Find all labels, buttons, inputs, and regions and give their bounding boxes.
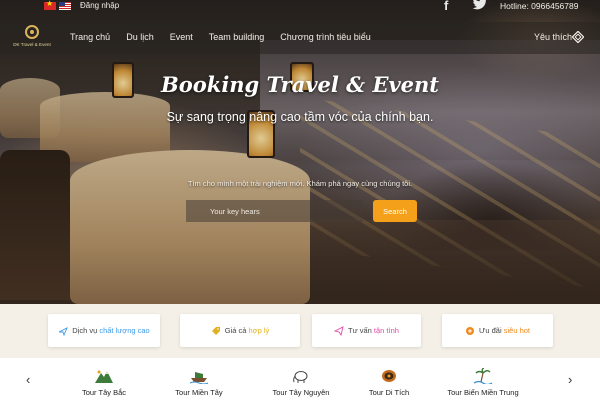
plane-icon [59, 326, 69, 336]
search-input[interactable] [186, 200, 363, 222]
login-link[interactable]: Đăng nhập [80, 1, 119, 10]
feature-text: Tư vấn tận tình [348, 326, 399, 335]
tour-label: Tour Tây Nguyên [272, 388, 330, 397]
feature-hot-deals[interactable]: Ưu đãi siêu hot [442, 314, 553, 347]
tour-label: Tour Miền Tây [175, 388, 223, 397]
logo-icon [25, 25, 39, 39]
nav-item-event[interactable]: Event [170, 32, 193, 42]
mountain-icon [95, 370, 113, 383]
nav-item-home[interactable]: Trang chủ [70, 32, 110, 42]
favorites-icon[interactable] [572, 31, 584, 43]
main-navbar: DK Travel & Event Trang chủ Du lịch Even… [0, 22, 600, 54]
tour-label: Tour Biển Miền Trung [447, 388, 519, 397]
vietnam-flag-icon[interactable] [44, 0, 56, 10]
hotline-text[interactable]: Hotline: 0966456789 [500, 1, 578, 11]
logo[interactable]: DK Travel & Event [8, 25, 56, 51]
tour-label: Tour Di Tích [368, 388, 410, 397]
tour-label: Tour Tây Bắc [81, 388, 127, 397]
drum-icon [382, 370, 396, 382]
nav-item-team-building[interactable]: Team building [209, 32, 265, 42]
top-bar: Đăng nhập f Hotline: 0966456789 [0, 0, 600, 14]
favorites-link[interactable]: Yêu thích [534, 32, 572, 42]
nav-menu: Trang chủ Du lịch Event Team building Ch… [70, 32, 371, 42]
us-flag-icon[interactable] [59, 2, 71, 10]
logo-text: DK Travel & Event [13, 42, 51, 47]
tour-item-tay-nguyen[interactable]: Tour Tây Nguyên [256, 368, 346, 397]
search-button[interactable]: Search [373, 200, 417, 222]
nav-item-featured-programs[interactable]: Chương trình tiêu biểu [280, 32, 370, 42]
tour-categories: ‹ Tour Tây Bắc Tour Miền Tây Tour Tây Ng… [0, 358, 600, 400]
feature-text: Dịch vụ chất lượng cao [72, 326, 150, 335]
feature-text: Giá cả hợp lý [224, 326, 270, 335]
tour-item-bien-mien-trung[interactable]: Tour Biển Miền Trung [438, 368, 528, 397]
paper-plane-icon [334, 325, 344, 336]
features-bar: Dịch vụ chất lượng cao Giá cả hợp lý Tư … [0, 304, 600, 358]
feature-fair-price[interactable]: Giá cả hợp lý [180, 314, 300, 347]
tour-item-di-tich[interactable]: Tour Di Tích [344, 368, 434, 397]
beach-icon [473, 368, 493, 384]
feature-consulting[interactable]: Tư vấn tận tình [312, 314, 421, 347]
twitter-icon[interactable] [472, 0, 488, 11]
tour-item-tay-bac[interactable]: Tour Tây Bắc [59, 368, 149, 397]
facebook-icon[interactable]: f [444, 0, 456, 13]
feature-text: Ưu đãi siêu hot [478, 326, 531, 335]
chevron-right-icon[interactable]: › [568, 373, 578, 386]
price-tag-icon [211, 326, 220, 335]
hero-description: Tìm cho mình một trải nghiệm mới. Khám p… [187, 179, 413, 188]
hero-title: Booking Travel & Event [161, 72, 439, 97]
gift-icon [465, 326, 474, 335]
chevron-left-icon[interactable]: ‹ [26, 373, 36, 386]
nav-item-travel[interactable]: Du lịch [126, 32, 154, 42]
boat-icon [189, 372, 209, 384]
tour-item-mien-tay[interactable]: Tour Miền Tây [154, 368, 244, 397]
elephant-icon [293, 371, 308, 383]
hero-subtitle: Sự sang trọng nâng cao tầm vóc của chính… [166, 110, 434, 124]
feature-quality-service[interactable]: Dịch vụ chất lượng cao [48, 314, 160, 347]
